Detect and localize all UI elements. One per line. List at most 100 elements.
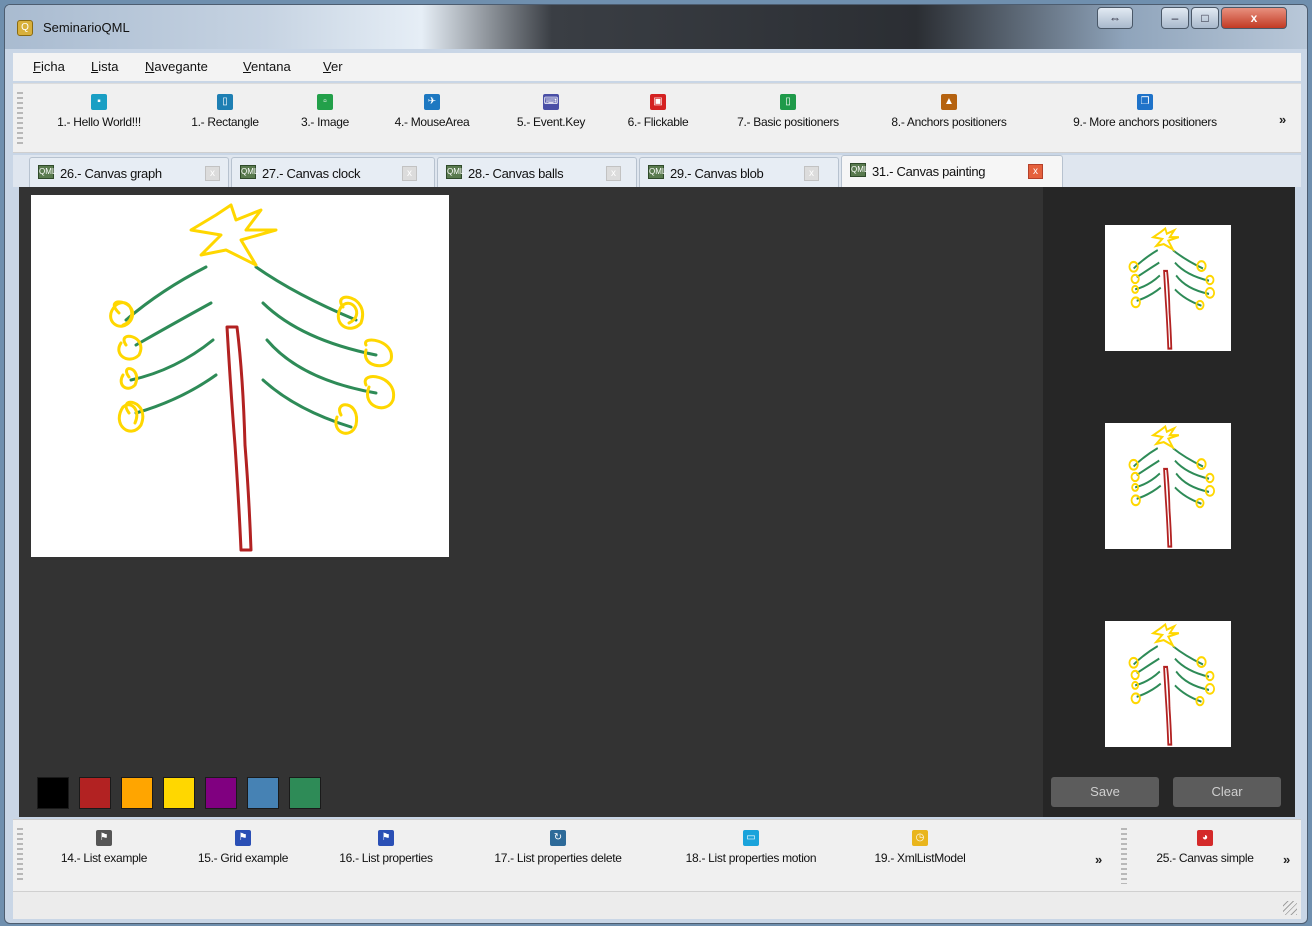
tool-label: 3.- Image: [301, 115, 349, 129]
painting-view: Save Clear: [19, 187, 1295, 817]
color-swatch-red[interactable]: [79, 777, 111, 809]
qml-file-icon: QML: [38, 165, 56, 179]
tab-close-icon[interactable]: x: [1028, 164, 1043, 179]
top-toolbar: ▪ 1.- Hello World!!! ▯ 1.- Rectangle ▫ 3…: [13, 83, 1301, 153]
menu-bar: Ficha Lista Navegante Ventana Ver: [13, 53, 1301, 81]
tab-close-icon[interactable]: x: [804, 166, 819, 181]
tool-label: 4.- MouseArea: [394, 115, 470, 129]
color-swatch-purple[interactable]: [205, 777, 237, 809]
menu-ventana[interactable]: Ventana: [243, 59, 291, 74]
phone-icon: ▯: [217, 94, 233, 110]
tab-label: 28.- Canvas balls: [468, 166, 564, 181]
tool-label: 6.- Flickable: [627, 115, 689, 129]
status-bar: [13, 891, 1301, 919]
toolbar-grip[interactable]: [1121, 828, 1127, 884]
tool-more-anchors-positioners[interactable]: ❐ 9.- More anchors positioners: [1043, 94, 1247, 129]
tool-grid-example[interactable]: ⚑ 15.- Grid example: [179, 830, 307, 865]
minimize-button[interactable]: –: [1161, 7, 1189, 29]
train-icon: ▣: [650, 94, 666, 110]
tab-bar: QML 26.- Canvas graph x QML 27.- Canvas …: [13, 155, 1301, 187]
tool-mousearea[interactable]: ✈ 4.- MouseArea: [379, 94, 485, 129]
tool-list-properties-motion[interactable]: ▭ 18.- List properties motion: [659, 830, 843, 865]
qml-file-icon: QML: [850, 163, 868, 177]
tool-label: 9.- More anchors positioners: [1073, 115, 1217, 129]
menu-label: ista: [98, 59, 119, 74]
tool-label: 14.- List example: [60, 851, 148, 865]
tool-rectangle[interactable]: ▯ 1.- Rectangle: [175, 94, 275, 129]
toolbar-overflow-icon[interactable]: »: [1283, 852, 1290, 867]
color-swatch-green[interactable]: [289, 777, 321, 809]
tool-list-example[interactable]: ⚑ 14.- List example: [39, 830, 169, 865]
clear-button[interactable]: Clear: [1173, 777, 1281, 807]
tool-xmllistmodel[interactable]: ◷ 19.- XmlListModel: [855, 830, 985, 865]
tool-event-key[interactable]: ⌨ 5.- Event.Key: [499, 94, 603, 129]
menu-label: avegante: [154, 59, 208, 74]
tool-label: 8.- Anchors positioners: [891, 115, 1007, 129]
clock-icon: ◷: [912, 830, 928, 846]
thumbnail-3[interactable]: [1105, 621, 1231, 747]
color-swatch-steelblue[interactable]: [247, 777, 279, 809]
toolbar-grip[interactable]: [17, 828, 23, 882]
tool-basic-positioners[interactable]: ▯ 7.- Basic positioners: [713, 94, 863, 129]
thumbnail-2[interactable]: [1105, 423, 1231, 549]
tool-label: 15.- Grid example: [197, 851, 289, 865]
title-bar[interactable]: Q SeminarioQML ⇔ – □ x: [5, 5, 1307, 49]
tool-canvas-simple[interactable]: ◕ 25.- Canvas simple: [1137, 830, 1273, 865]
tree-drawing: [109, 203, 396, 552]
tab-canvas-clock[interactable]: QML 27.- Canvas clock x: [231, 157, 435, 187]
plane-icon: ✈: [424, 94, 440, 110]
save-button[interactable]: Save: [1051, 777, 1159, 807]
resize-grip-icon[interactable]: [1283, 901, 1297, 915]
thumbnail-panel: Save Clear: [1043, 187, 1295, 817]
app-icon: Q: [17, 20, 33, 36]
tool-flickable[interactable]: ▣ 6.- Flickable: [613, 94, 703, 129]
tab-canvas-balls[interactable]: QML 28.- Canvas balls x: [437, 157, 637, 187]
tab-close-icon[interactable]: x: [606, 166, 621, 181]
bottom-toolbar: ⚑ 14.- List example ⚑ 15.- Grid example …: [13, 819, 1301, 891]
tool-anchors-positioners[interactable]: ▲ 8.- Anchors positioners: [869, 94, 1029, 129]
tab-label: 29.- Canvas blob: [670, 166, 764, 181]
tool-list-properties-delete[interactable]: ↻ 17.- List properties delete: [469, 830, 647, 865]
toolbar-overflow-icon[interactable]: »: [1095, 852, 1102, 867]
qml-file-icon: QML: [446, 165, 464, 179]
drawing-canvas[interactable]: [31, 195, 449, 557]
building-icon: ▲: [941, 94, 957, 110]
tool-label: 18.- List properties motion: [685, 851, 817, 865]
pages-icon: ❐: [1137, 94, 1153, 110]
close-button[interactable]: x: [1221, 7, 1287, 29]
window-icon: ▭: [743, 830, 759, 846]
refresh-icon: ↻: [550, 830, 566, 846]
menu-navegante[interactable]: Navegante: [145, 59, 208, 74]
qml-file-icon: QML: [240, 165, 258, 179]
toolbar-overflow-icon[interactable]: »: [1279, 112, 1286, 127]
maximize-button[interactable]: □: [1191, 7, 1219, 29]
tab-close-icon[interactable]: x: [205, 166, 220, 181]
tool-label: 25.- Canvas simple: [1156, 851, 1254, 865]
tree-drawing-thumb: [1128, 424, 1216, 548]
color-swatch-yellow[interactable]: [163, 777, 195, 809]
menu-mnemonic: N: [145, 59, 155, 74]
tab-label: 26.- Canvas graph: [60, 166, 162, 181]
tool-image[interactable]: ▫ 3.- Image: [285, 94, 365, 129]
tree-drawing-thumb: [1128, 622, 1216, 746]
tab-canvas-blob[interactable]: QML 29.- Canvas blob x: [639, 157, 839, 187]
tab-close-icon[interactable]: x: [402, 166, 417, 181]
color-swatch-orange[interactable]: [121, 777, 153, 809]
tool-hello-world[interactable]: ▪ 1.- Hello World!!!: [39, 94, 159, 129]
restore-icon[interactable]: ⇔: [1097, 7, 1133, 29]
menu-ver[interactable]: Ver: [323, 59, 343, 74]
thumbnail-1[interactable]: [1105, 225, 1231, 351]
menu-ficha[interactable]: Ficha: [33, 59, 65, 74]
menu-lista[interactable]: Lista: [91, 59, 118, 74]
tool-label: 17.- List properties delete: [494, 851, 622, 865]
tree-drawing-thumb: [1128, 226, 1216, 350]
tool-label: 19.- XmlListModel: [874, 851, 966, 865]
tool-list-properties[interactable]: ⚑ 16.- List properties: [319, 830, 453, 865]
keyboard-icon: ⌨: [543, 94, 559, 110]
toolbar-grip[interactable]: [17, 92, 23, 146]
tab-label: 27.- Canvas clock: [262, 166, 361, 181]
tab-canvas-painting[interactable]: QML 31.- Canvas painting x: [841, 155, 1063, 187]
app-window: Q SeminarioQML ⇔ – □ x Ficha Lista Naveg…: [4, 4, 1308, 924]
color-swatch-black[interactable]: [37, 777, 69, 809]
tab-canvas-graph[interactable]: QML 26.- Canvas graph x: [29, 157, 229, 187]
